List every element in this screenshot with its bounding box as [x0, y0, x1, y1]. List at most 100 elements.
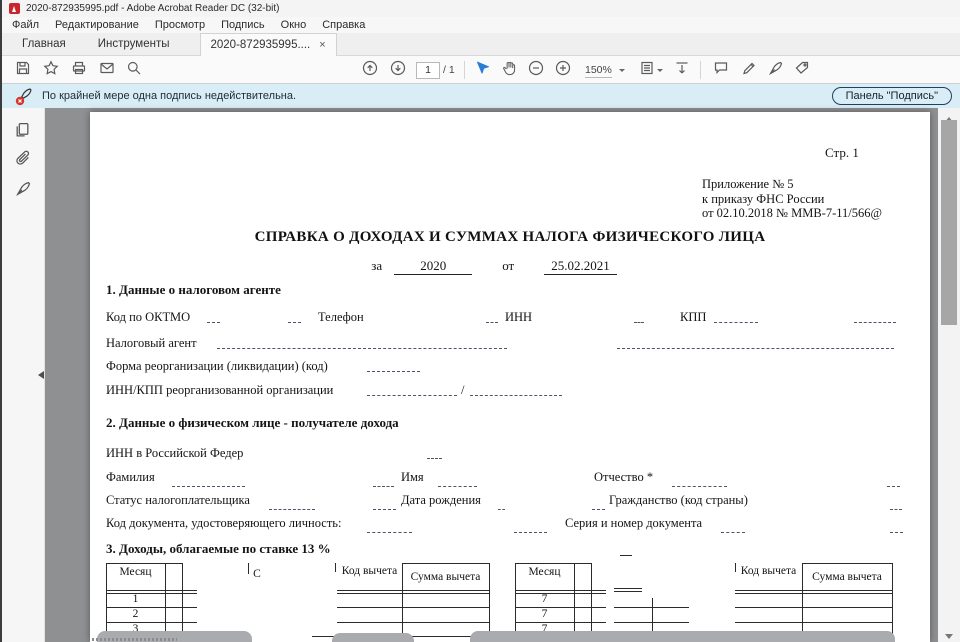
tab-document-label: 2020-872935995.... [211, 39, 311, 51]
table-rule-h [735, 622, 892, 623]
signature-notification-bar: По крайней мере одна подпись недействите… [2, 84, 960, 108]
table-rule-h [402, 563, 489, 564]
zoom-in-button[interactable] [554, 61, 572, 79]
table-rule-v [402, 563, 403, 642]
dashed-blank-field [514, 532, 547, 533]
form-title: СПРАВКА О ДОХОДАХ И СУММАХ НАЛОГА ФИЗИЧЕ… [90, 229, 930, 246]
tab-close-icon[interactable]: × [319, 39, 325, 51]
period-line: за 2020 от 25.02.2021 [90, 258, 914, 275]
table-rule-h [106, 607, 197, 608]
kpp-label: КПП [680, 310, 706, 325]
zoom-level-value[interactable]: 150% [585, 64, 612, 78]
fit-width-button[interactable] [673, 61, 691, 79]
save-button[interactable] [14, 61, 32, 79]
menu-item-sign[interactable]: Подпись [213, 17, 273, 33]
dashed-blank-field [721, 532, 745, 533]
table-rule-h [515, 593, 606, 594]
zoom-out-icon [528, 60, 544, 81]
comment-icon [713, 60, 729, 81]
search-icon [126, 60, 142, 81]
zoom-in-icon [555, 60, 571, 81]
section3-heading: 3. Доходы, облагаемые по ставке 13 % [106, 541, 331, 557]
dashed-blank-field [207, 322, 220, 323]
dashed-blank-field [634, 322, 644, 323]
select-cursor-icon [474, 60, 490, 81]
signatures-button[interactable] [14, 180, 32, 198]
favorites-star-button[interactable] [42, 61, 60, 79]
table-rule-v [892, 563, 893, 642]
dashed-blank-field [854, 322, 896, 323]
right-month-header: Месяц [515, 566, 574, 578]
page-display-caret-icon[interactable] [657, 69, 663, 75]
save-icon [15, 60, 31, 81]
vertical-scrollbar[interactable] [938, 108, 960, 642]
signatures-quill-icon [14, 184, 31, 201]
dashed-blank-field [470, 395, 562, 396]
tab-bar: Главная Инструменты 2020-872935995.... × [2, 33, 960, 56]
right-month-row: 7 [515, 608, 574, 620]
window-title: 2020-872935995.pdf - Adobe Acrobat Reade… [26, 3, 280, 14]
previous-page-button[interactable] [361, 61, 379, 79]
scrollbar-thumb[interactable] [941, 120, 957, 325]
dashed-blank-field [217, 348, 507, 349]
search-button[interactable] [125, 61, 143, 79]
tab-home[interactable]: Главная [6, 33, 82, 55]
attachments-button[interactable] [14, 150, 32, 168]
doc-code-label: Код документа, удостоверяющего личность: [106, 516, 341, 531]
table-rule-h [337, 607, 489, 608]
dashed-blank-field [367, 532, 412, 533]
document-area: Стр. 1 Приложение № 5 к приказу ФНС Росс… [44, 108, 938, 642]
highlight-button[interactable] [740, 61, 758, 79]
fill-sign-button[interactable] [793, 61, 811, 79]
table-rule-h [515, 563, 591, 564]
acrobat-window: 2020-872935995.pdf - Adobe Acrobat Reade… [0, 0, 960, 642]
scroll-down-arrow-icon[interactable] [938, 627, 960, 641]
sign-button[interactable] [766, 61, 784, 79]
taxpayer-status-label: Статус налогоплательщика [106, 493, 250, 508]
page-display-button[interactable] [638, 61, 656, 79]
page-display-icon [639, 60, 655, 81]
menu-item-view[interactable]: Просмотр [147, 17, 213, 33]
left-deduction-code-header: Код вычета [337, 565, 402, 577]
hand-tool-button[interactable] [500, 61, 518, 79]
email-icon [99, 60, 115, 81]
fit-width-icon [674, 60, 690, 81]
menu-item-help[interactable]: Справка [314, 17, 373, 33]
next-page-button[interactable] [389, 61, 407, 79]
person-inn-label: ИНН в Российской Федер [106, 446, 243, 461]
notification-message: По крайней мере одна подпись недействите… [42, 90, 296, 102]
zoom-dropdown-caret-icon[interactable] [619, 69, 625, 75]
render-artifact-text [92, 638, 177, 641]
dashed-blank-field [367, 395, 457, 396]
appendix-line: от 02.10.2018 № ММВ-7-11/566@ [702, 206, 882, 221]
page-down-icon [390, 60, 406, 81]
page-thumbnails-button[interactable] [14, 121, 32, 139]
pdf-page: Стр. 1 Приложение № 5 к приказу ФНС Росс… [90, 112, 930, 642]
page-number-input[interactable]: 1 [416, 62, 440, 79]
signature-panel-button[interactable]: Панель "Подпись" [832, 87, 952, 105]
right-month-row: 7 [515, 593, 574, 605]
print-icon [71, 60, 87, 81]
table-rule-h [106, 563, 182, 564]
select-tool-button[interactable] [473, 61, 491, 79]
section1-heading: 1. Данные о налоговом агенте [106, 282, 281, 298]
page-number-label: Стр. 1 [825, 145, 859, 161]
table-rule-h [735, 590, 892, 591]
dashed-blank-field [617, 348, 894, 349]
appendix-line: Приложение № 5 [702, 177, 882, 192]
zoom-out-button[interactable] [527, 61, 545, 79]
comment-button[interactable] [712, 61, 730, 79]
menu-item-edit[interactable]: Редактирование [47, 17, 147, 33]
dashed-blank-field [887, 486, 900, 487]
reorg-innkpp-label: ИНН/КПП реорганизованной организации [106, 383, 333, 398]
pages-icon [14, 125, 31, 142]
menu-item-file[interactable]: Файл [4, 17, 47, 33]
dashed-blank-field [672, 486, 727, 487]
tab-document[interactable]: 2020-872935995.... × [200, 33, 337, 56]
menu-item-window[interactable]: Окно [273, 17, 315, 33]
table-rule-v [335, 563, 336, 572]
tab-tools[interactable]: Инструменты [82, 33, 186, 55]
print-button[interactable] [70, 61, 88, 79]
period-ot-label: от [502, 258, 514, 275]
email-button[interactable] [98, 61, 116, 79]
